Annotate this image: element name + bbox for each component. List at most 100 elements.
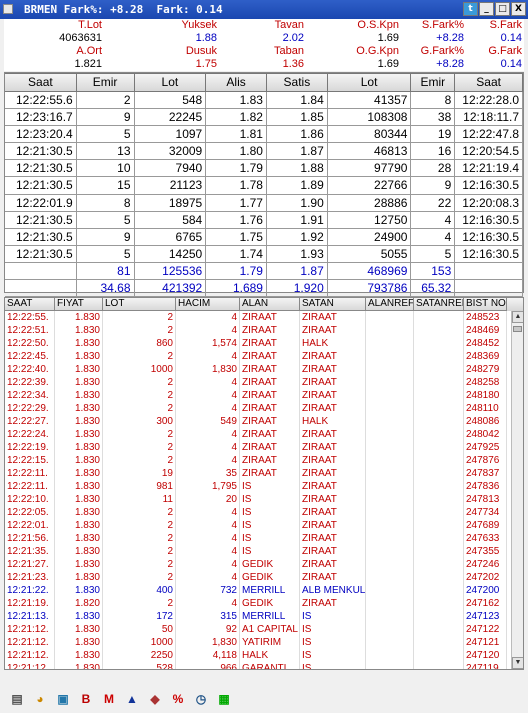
depth-column-header[interactable]: Lot	[327, 73, 412, 92]
trade-cell	[366, 402, 414, 415]
trades-column-header[interactable]: SATAN	[300, 298, 366, 311]
depth-cell: 12750	[327, 211, 412, 229]
trade-cell: 2	[103, 571, 176, 584]
chart-icon[interactable]: ▲	[123, 690, 141, 708]
trades-column-header[interactable]: LOT	[103, 298, 176, 311]
trade-cell: 1000	[103, 636, 176, 649]
vertical-scrollbar[interactable]: ▲ ▼	[511, 311, 523, 669]
trade-row[interactable]: 12:21:12. 1.830 1000 1,830 YATIRIM IS 247121	[5, 636, 523, 649]
trade-row[interactable]: 12:21:12. 1.830 50 92 A1 CAPITAL IS 247122	[5, 623, 523, 636]
depth-column-header[interactable]: Satis	[266, 73, 328, 92]
depth-total-cell: 153	[411, 262, 456, 281]
depth-cell: 12:21:30.5	[5, 211, 77, 229]
trade-row[interactable]: 12:22:45. 1.830 2 4 ZIRAAT ZIRAAT 248369	[5, 350, 523, 363]
trade-cell: MERRILL	[240, 584, 300, 597]
trade-cell	[414, 363, 464, 376]
scroll-thumb[interactable]	[513, 326, 522, 332]
trade-row[interactable]: 12:22:11. 1.830 981 1,795 IS ZIRAAT 247836	[5, 480, 523, 493]
trade-row[interactable]: 12:21:12. 1.830 528 966 GARANTI IS 247119	[5, 662, 523, 669]
news-icon[interactable]: ▣	[54, 690, 72, 708]
trade-cell	[366, 545, 414, 558]
trades-column-header[interactable]: ALANREF	[366, 298, 414, 311]
trade-row[interactable]: 12:22:40. 1.830 1000 1,830 ZIRAAT ZIRAAT 24827…	[5, 363, 523, 376]
trade-cell: 4	[176, 571, 240, 584]
trade-cell: 2	[103, 597, 176, 610]
depth-column-header[interactable]: Saat	[455, 73, 523, 92]
depth-cell: 1.75	[206, 228, 267, 246]
bold-b-icon[interactable]: B	[77, 690, 95, 708]
trade-cell: 247246	[464, 558, 507, 571]
depth-column-header[interactable]: Lot	[134, 73, 207, 92]
trade-row[interactable]: 12:21:19. 1.820 2 4 GEDIK ZIRAAT 247162	[5, 597, 523, 610]
trade-cell: ZIRAAT	[240, 389, 300, 402]
trade-row[interactable]: 12:22:24. 1.830 2 4 ZIRAAT ZIRAAT 248042	[5, 428, 523, 441]
m-logo-icon[interactable]: M	[100, 690, 118, 708]
depth-row[interactable]: 12:23:20.4 5 1097 1.81 1.86 80344 19 12:22:47.8	[5, 126, 523, 144]
depth-row[interactable]: 12:21:30.5 10 7940 1.79 1.88 97790 28 12:21:19.…	[5, 160, 523, 178]
trade-row[interactable]: 12:22:19. 1.830 2 4 ZIRAAT ZIRAAT 247925	[5, 441, 523, 454]
close-button[interactable]: X	[511, 2, 526, 16]
trades-column-header[interactable]: SAAT	[5, 298, 55, 311]
trade-row[interactable]: 12:22:15. 1.830 2 4 ZIRAAT ZIRAAT 247876	[5, 454, 523, 467]
depth-column-header[interactable]: Emir	[76, 73, 135, 92]
trade-row[interactable]: 12:22:01. 1.830 2 4 IS ZIRAAT 247689	[5, 519, 523, 532]
depth-row[interactable]: 12:22:55.6 2 548 1.83 1.84 41357 8 12:22:28.0	[5, 92, 523, 110]
trade-cell: ZIRAAT	[240, 376, 300, 389]
trade-cell	[414, 532, 464, 545]
clock-icon[interactable]: ◷	[192, 690, 210, 708]
trade-row[interactable]: 12:22:27. 1.830 300 549 ZIRAAT HALK 248086	[5, 415, 523, 428]
depth-cell: 548	[134, 92, 207, 110]
depth-row[interactable]: 12:22:01.9 8 18975 1.77 1.90 28886 22 12:20:08.…	[5, 194, 523, 212]
trade-cell: 1.830	[55, 415, 103, 428]
trade-row[interactable]: 12:22:39. 1.830 2 4 ZIRAAT ZIRAAT 248258	[5, 376, 523, 389]
minimize-button[interactable]: _	[479, 2, 494, 16]
depth-row[interactable]: 12:21:30.5 5 14250 1.74 1.93 5055 5 12:16:30.5	[5, 245, 523, 263]
trade-row[interactable]: 12:21:12. 1.830 2250 4,118 HALK IS 247120	[5, 649, 523, 662]
trade-cell	[414, 311, 464, 324]
trade-cell: 1.830	[55, 467, 103, 480]
trades-column-header[interactable]: HACIM	[176, 298, 240, 311]
trade-row[interactable]: 12:21:27. 1.830 2 4 GEDIK ZIRAAT 247246	[5, 558, 523, 571]
trade-row[interactable]: 12:22:51. 1.830 2 4 ZIRAAT ZIRAAT 248469	[5, 324, 523, 337]
trade-cell	[366, 558, 414, 571]
depth-row[interactable]: 12:23:16.7 9 22245 1.82 1.85 108308 38 12:18:11…	[5, 109, 523, 127]
bidask-icon[interactable]: ◆	[146, 690, 164, 708]
depth-cell: 1.86	[266, 126, 328, 144]
trade-row[interactable]: 12:22:55. 1.830 2 4 ZIRAAT ZIRAAT 248523	[5, 311, 523, 324]
trade-row[interactable]: 12:21:35. 1.830 2 4 IS ZIRAAT 247355	[5, 545, 523, 558]
maximize-button[interactable]: □	[495, 2, 510, 16]
depth-column-header[interactable]: Emir	[411, 73, 456, 92]
scroll-down-arrow-icon[interactable]: ▼	[512, 657, 523, 669]
trade-cell	[414, 558, 464, 571]
depth-column-header[interactable]: Saat	[5, 73, 77, 92]
trade-row[interactable]: 12:21:22. 1.830 400 732 MERRILL ALB MENKUL 247…	[5, 584, 523, 597]
depth-row[interactable]: 12:21:30.5 9 6765 1.75 1.92 24900 4 12:16:30.5	[5, 228, 523, 246]
trade-row[interactable]: 12:22:34. 1.830 2 4 ZIRAAT ZIRAAT 248180	[5, 389, 523, 402]
depth-row[interactable]: 12:21:30.5 13 32009 1.80 1.87 46813 16 12:20:54…	[5, 143, 523, 161]
trade-row[interactable]: 12:21:23. 1.830 2 4 GEDIK ZIRAAT 247202	[5, 571, 523, 584]
trade-row[interactable]: 12:22:50. 1.830 860 1,574 ZIRAAT HALK 248452	[5, 337, 523, 350]
trade-row[interactable]: 12:21:56. 1.830 2 4 IS ZIRAAT 247633	[5, 532, 523, 545]
trade-row[interactable]: 12:22:05. 1.830 2 4 IS ZIRAAT 247734	[5, 506, 523, 519]
grid-icon[interactable]: ▦	[215, 690, 233, 708]
pie-chart-icon[interactable]: ◕	[31, 690, 49, 708]
percent-icon[interactable]: %	[169, 690, 187, 708]
trade-row[interactable]: 12:22:29. 1.830 2 4 ZIRAAT ZIRAAT 248110	[5, 402, 523, 415]
trade-row[interactable]: 12:22:11. 1.830 19 35 ZIRAAT ZIRAAT 247837	[5, 467, 523, 480]
depth-cell: 12:21:30.5	[5, 228, 77, 246]
scroll-up-arrow-icon[interactable]: ▲	[512, 311, 523, 323]
trades-column-header[interactable]: SATANREF	[414, 298, 464, 311]
depth-row[interactable]: 12:21:30.5 5 584 1.76 1.91 12750 4 12:16:30.5	[5, 211, 523, 229]
trade-cell: ZIRAAT	[300, 324, 366, 337]
trades-table[interactable]: SAAT FIYAT LOT HACIM ALAN SATAN ALANREF SATANRE…	[4, 297, 524, 670]
twitter-icon[interactable]: t	[463, 2, 478, 16]
trade-row[interactable]: 12:22:10. 1.830 11 20 IS ZIRAAT 247813	[5, 493, 523, 506]
trade-cell: 1.830	[55, 389, 103, 402]
depth-column-header[interactable]: Alis	[206, 73, 267, 92]
trades-column-header[interactable]: ALAN	[240, 298, 300, 311]
trade-row[interactable]: 12:21:13. 1.830 172 315 MERRILL IS 247123	[5, 610, 523, 623]
report-icon[interactable]: ▤	[8, 690, 26, 708]
depth-row[interactable]: 12:21:30.5 15 21123 1.78 1.89 22766 9 12:16:30.…	[5, 177, 523, 195]
trades-column-header[interactable]: BIST NO	[464, 298, 507, 311]
trades-column-header[interactable]: FIYAT	[55, 298, 103, 311]
